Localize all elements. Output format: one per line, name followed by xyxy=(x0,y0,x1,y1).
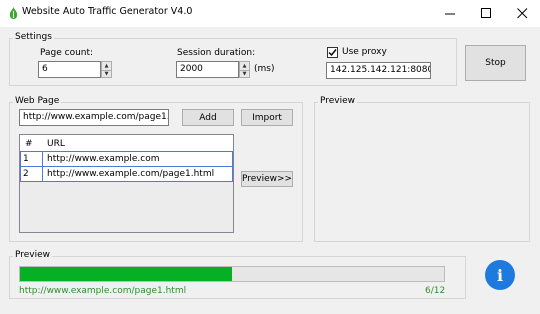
preview-pane xyxy=(314,102,530,242)
list-item[interactable]: 1 http://www.example.com xyxy=(20,151,233,167)
row-url: http://www.example.com xyxy=(47,154,160,164)
close-icon xyxy=(516,8,527,19)
url-input[interactable]: http://www.example.com/page1.html xyxy=(19,109,169,126)
row-url: http://www.example.com/page1.html xyxy=(47,169,215,179)
use-proxy-label: Use proxy xyxy=(342,47,387,57)
close-button[interactable] xyxy=(504,0,540,27)
info-icon: i xyxy=(496,265,504,285)
page-count-input[interactable]: 6 xyxy=(38,61,101,78)
preview-button[interactable]: Preview>> xyxy=(241,171,293,187)
spin-up-icon[interactable]: ▲ xyxy=(102,62,111,70)
progress-bar xyxy=(19,266,445,282)
row-number: 2 xyxy=(23,169,29,179)
session-duration-unit: (ms) xyxy=(254,64,275,74)
proxy-input[interactable]: 142.125.142.121:8080 xyxy=(326,62,431,79)
checkmark-icon xyxy=(328,49,337,57)
spin-up-icon[interactable]: ▲ xyxy=(240,62,249,70)
page-count-label: Page count: xyxy=(40,48,94,58)
spin-down-icon[interactable]: ▼ xyxy=(240,69,249,78)
seed-logo-icon xyxy=(9,7,18,19)
list-item[interactable]: 2 http://www.example.com/page1.html xyxy=(20,166,233,182)
minimize-icon xyxy=(444,13,455,15)
window-title: Website Auto Traffic Generator V4.0 xyxy=(22,6,193,17)
spin-down-icon[interactable]: ▼ xyxy=(102,69,111,78)
web-page-group-label: Web Page xyxy=(13,96,62,106)
row-number: 1 xyxy=(23,154,29,164)
import-button[interactable]: Import xyxy=(241,109,293,126)
minimize-button[interactable] xyxy=(432,0,468,27)
url-list[interactable]: # URL 1 http://www.example.com 2 http://… xyxy=(19,134,234,233)
page-count-spinner[interactable]: ▲ ▼ xyxy=(101,61,112,78)
stop-button[interactable]: Stop xyxy=(465,45,526,81)
progress-count: 6/12 xyxy=(425,286,446,296)
use-proxy-checkbox[interactable] xyxy=(327,47,338,58)
info-button[interactable]: i xyxy=(485,260,515,290)
settings-group-label: Settings xyxy=(13,32,54,42)
session-duration-label: Session duration: xyxy=(177,48,256,58)
add-button[interactable]: Add xyxy=(182,109,234,126)
current-url-status: http://www.example.com/page1.html xyxy=(19,286,187,296)
title-bar: Website Auto Traffic Generator V4.0 xyxy=(0,0,540,27)
cell-divider xyxy=(42,167,43,181)
maximize-icon xyxy=(480,8,491,18)
progress-group-label: Preview xyxy=(13,250,53,260)
session-duration-spinner[interactable]: ▲ ▼ xyxy=(239,61,250,78)
cell-divider xyxy=(42,152,43,166)
preview-pane-label: Preview xyxy=(318,96,358,106)
maximize-button[interactable] xyxy=(468,0,504,27)
session-duration-input[interactable]: 2000 xyxy=(176,61,239,78)
progress-fill xyxy=(20,267,232,281)
